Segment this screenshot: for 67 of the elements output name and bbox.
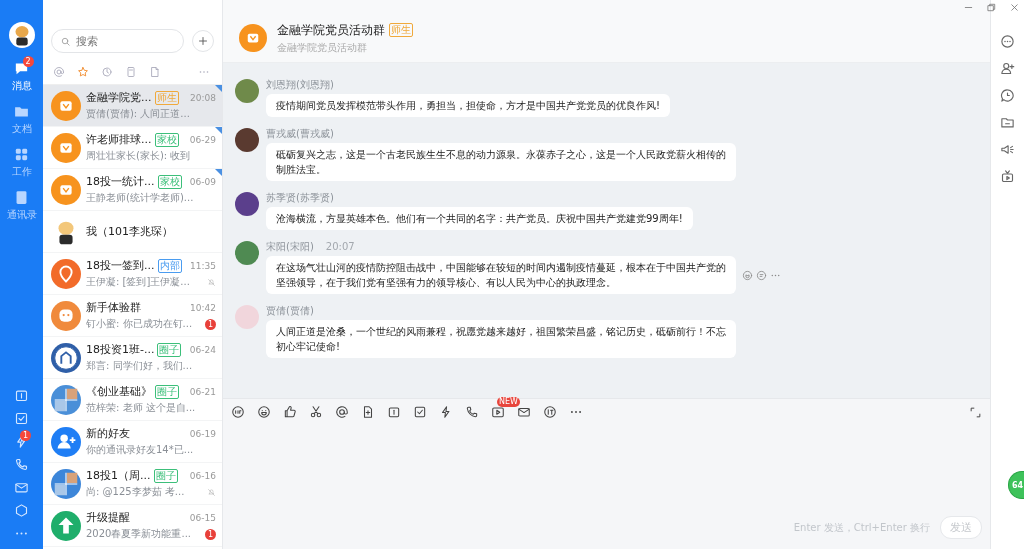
message-preview: 周壮壮家长(家长): 收到 bbox=[86, 149, 191, 163]
conversation-item[interactable]: 18投一签到... 内部 11:35 王伊凝: [签到]王伊凝... bbox=[43, 253, 222, 295]
time-label: 06-16 bbox=[189, 470, 216, 481]
conversation-name: 《创业基础》 bbox=[86, 384, 152, 399]
tag-label: 圈子 bbox=[155, 384, 179, 399]
message-bubble: 沧海横流，方显英雄本色。他们有一个共同的名字：共产党员。庆祝中国共产党建党99周年! bbox=[266, 207, 693, 230]
message-preview: 王静老师(统计学老师)... bbox=[86, 191, 194, 205]
sender-name: 贾倩(贾倩) bbox=[266, 305, 314, 317]
message-time: 20:07 bbox=[325, 241, 355, 253]
tag-label: 师生 bbox=[154, 90, 179, 105]
time-label: 06-21 bbox=[189, 386, 216, 397]
chat-subtitle: 金融学院党员活动群 bbox=[277, 40, 368, 55]
time-label: 20:08 bbox=[190, 92, 216, 103]
search-input[interactable]: 搜索 bbox=[76, 32, 175, 50]
conversation-name: 18投资1班-... bbox=[86, 342, 155, 357]
tag-label: 家校 bbox=[157, 174, 182, 189]
tag-label: 师生 bbox=[389, 23, 413, 37]
conversation-item[interactable]: 18投资1班-... 圈子 06-24 郑言: 同学们好，我们... bbox=[43, 337, 222, 379]
sender-name: 宋阳(宋阳) bbox=[266, 241, 314, 253]
unread-badge: 1 bbox=[205, 528, 216, 540]
time-label: 06-19 bbox=[189, 428, 216, 439]
message-preview: 郑言: 同学们好，我们... bbox=[86, 359, 193, 373]
conversation-name: 新手体验群 bbox=[86, 300, 141, 315]
conversation-item[interactable]: 升级提醒 06-15 2020春夏季新功能重... 1 bbox=[43, 505, 222, 547]
conversation-item[interactable]: 新手体验群 10:42 钉小蜜: 你已成功在钉... 1 bbox=[43, 295, 222, 337]
conversation-name: 我（101李兆琛） bbox=[86, 224, 173, 239]
message-preview: 王伊凝: [签到]王伊凝... bbox=[86, 275, 190, 289]
message-bubble: 在这场气壮山河的疫情防控阻击战中，中国能够在较短的时间内遏制疫情蔓延，根本在于中国共产党的坚强领导，在于我们党有坚强有力的领导核心、有以人民为中心的执政理念。 bbox=[266, 256, 736, 294]
message-bubble: 砥砺复兴之志，这是一个古老民族生生不息的动力源泉。永葆赤子之心，这是一个人民政党薪火相传的制胜法宝。 bbox=[266, 143, 736, 181]
new-badge: NEW bbox=[497, 397, 520, 407]
conversation-item[interactable]: 18投1（周... 圈子 06-16 尚: @125李梦茹 考... bbox=[43, 463, 222, 505]
sender-name: 苏季贤(苏季贤) bbox=[266, 192, 334, 204]
conversation-name: 金融学院党... bbox=[86, 90, 152, 105]
message-preview: 范梓荣: 老师 这个是自... bbox=[86, 401, 196, 415]
conversation-name: 新的好友 bbox=[86, 426, 130, 441]
message-preview: 尚: @125李梦茹 考... bbox=[86, 485, 185, 499]
time-label: 06-29 bbox=[189, 134, 216, 145]
unread-badge: 2 bbox=[22, 56, 34, 67]
conversation-name: 18投一签到... bbox=[86, 258, 155, 273]
message-bubble: 人间正道是沧桑，一个世纪的风雨兼程，祝愿党越来越好，祖国繁荣昌盛，铭记历史，砥砺前行！不忘初心牢记使命! bbox=[266, 320, 736, 358]
unread-badge: 1 bbox=[20, 430, 31, 441]
time-label: 11:35 bbox=[190, 260, 216, 271]
conversation-item[interactable]: 《创业基础》 圈子 06-21 范梓荣: 老师 这个是自... bbox=[43, 379, 222, 421]
chat-title: 金融学院党员活动群 bbox=[277, 21, 385, 39]
tag-label: 家校 bbox=[154, 132, 179, 147]
message-preview: 你的通讯录好友14*已... bbox=[86, 443, 194, 457]
conversation-name: 升级提醒 bbox=[86, 510, 130, 525]
message-bubble: 疫情期间党员发挥模范带头作用，勇担当，担使命，方才是中国共产党党员的优良作风! bbox=[266, 94, 670, 117]
time-label: 06-09 bbox=[189, 176, 216, 187]
tag-label: 内部 bbox=[157, 258, 182, 273]
conversation-name: 18投1（周... bbox=[86, 468, 151, 483]
time-label: 06-24 bbox=[189, 344, 216, 355]
tag-label: 圈子 bbox=[153, 468, 178, 483]
time-label: 06-15 bbox=[189, 512, 216, 523]
message-preview: 贾倩(贾倩): 人间正道... bbox=[86, 107, 190, 121]
conversation-item[interactable]: 金融学院党... 师生 20:08 贾倩(贾倩): 人间正道... bbox=[43, 85, 222, 127]
sender-name: 刘恩翔(刘恩翔) bbox=[266, 79, 334, 91]
tag-label: 圈子 bbox=[157, 342, 182, 357]
sender-name: 曹戎威(曹戎威) bbox=[266, 128, 334, 140]
message-preview: 2020春夏季新功能重... bbox=[86, 527, 191, 541]
conversation-item[interactable]: 新的好友 06-19 你的通讯录好友14*已... bbox=[43, 421, 222, 463]
unread-badge: 1 bbox=[205, 318, 216, 330]
conversation-name: 18投一统计... bbox=[86, 174, 155, 189]
conversation-name: 许老师排球... bbox=[86, 132, 152, 147]
conversation-item[interactable]: 我（101李兆琛） bbox=[43, 211, 222, 253]
message-preview: 钉小蜜: 你已成功在钉... bbox=[86, 317, 193, 331]
time-label: 10:42 bbox=[190, 302, 216, 313]
